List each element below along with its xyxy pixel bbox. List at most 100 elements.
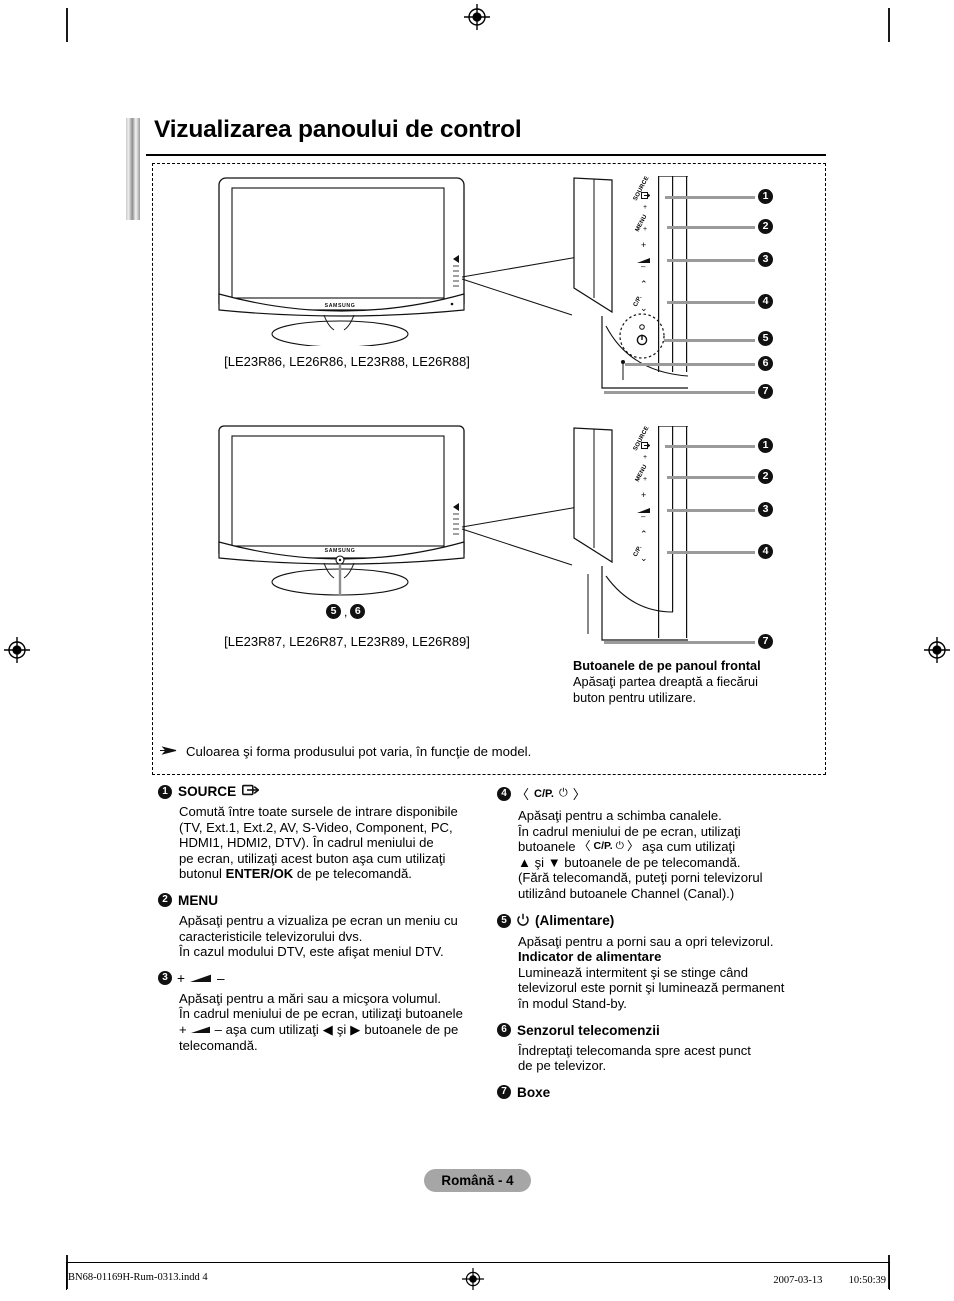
- item-source-line2: (TV, Ext.1, Ext.2, AV, S-Video, Componen…: [179, 819, 453, 835]
- item-channel-label-inline: C/P.: [593, 840, 613, 853]
- callout-7-bottom: 7: [758, 634, 773, 649]
- front-panel-caption: Butoanele de pe panoul frontal Apăsaţi p…: [573, 658, 818, 705]
- power-icon-channel-inline: ⏻: [615, 840, 624, 853]
- source-input-icon: [242, 784, 260, 799]
- panel-volume-minus-bottom: –: [641, 512, 646, 521]
- item-power-subheading: Indicator de alimentare: [518, 949, 662, 965]
- panel-plus-menu-bottom: +: [643, 476, 648, 483]
- item-channel-number: 4: [497, 786, 511, 801]
- item-volume-line3-mid: – aşa cum utilizaţi: [214, 1021, 319, 1037]
- left-text-column: 1 SOURCE Comută între toate sursele de i…: [158, 784, 498, 1064]
- item-menu-line3: În cazul modului DTV, este afişat meniul…: [179, 944, 444, 960]
- print-footer-filename: BN68-01169H-Rum-0313.indd 4: [68, 1272, 208, 1283]
- item-speakers-number: 7: [497, 1085, 511, 1100]
- leader-4-top: [667, 301, 755, 304]
- item-menu-number: 2: [158, 893, 172, 908]
- panel-channel-up-top: ⌃: [640, 279, 648, 289]
- item-channel-line5: (Fără telecomandă, puteţi porni televizo…: [518, 870, 763, 886]
- volume-wedge-icon-inline: [190, 1022, 211, 1038]
- leader-4-bottom: [667, 551, 755, 554]
- item-power-line3: televizorul este pornit şi luminează per…: [518, 980, 785, 996]
- right-arrow-icon: ▶: [350, 1021, 361, 1037]
- item-menu-line1: Apăsaţi pentru a vizualiza pe ecran un m…: [179, 912, 458, 928]
- item-channel-line4-and: şi: [530, 854, 548, 870]
- item-channel-line4: ▲ şi ▼ butoanele de pe telecomandă.: [518, 855, 837, 871]
- item-menu: 2 MENU Apăsaţi pentru a vizualiza pe ecr…: [158, 893, 498, 960]
- item-speakers-heading: 7 Boxe: [497, 1085, 837, 1100]
- item-channel-line3-post: aşa cum utilizaţi: [641, 839, 736, 855]
- note-text: Culoarea şi forma produsului pot varia, …: [186, 743, 532, 759]
- up-arrow-icon: ▲: [518, 854, 531, 870]
- front-panel-caption-heading: Butoanele de pe panoul frontal: [573, 658, 761, 673]
- item-power-heading: 5 (Alimentare): [497, 913, 837, 929]
- item-power-line1: Apăsaţi pentru a porni sau a opri televi…: [518, 933, 774, 949]
- item-menu-label: MENU: [178, 892, 219, 908]
- power-icon-channel: ⏻: [559, 787, 568, 799]
- panel-volume-minus-top: –: [641, 262, 646, 271]
- item-menu-line2: caracteristicile televizorului dvs.: [179, 928, 363, 944]
- callout-5-top: 5: [758, 331, 773, 346]
- note-row: Culoarea şi forma produsului pot varia, …: [160, 742, 660, 760]
- panel-channel-down-bottom: ⌄: [640, 553, 648, 563]
- leader-3-bottom: [667, 509, 755, 512]
- bracket-right-icon-inline: 〉: [626, 839, 639, 854]
- item-channel-line2: În cadrul meniului de pe ecran, utilizaţ…: [518, 823, 741, 839]
- item-sensor-number: 6: [497, 1023, 511, 1038]
- leader-7-top: [604, 391, 755, 394]
- registration-mark-left: [4, 637, 30, 663]
- item-source-body: Comută între toate sursele de intrare di…: [179, 804, 498, 882]
- item-source-number: 1: [158, 784, 172, 799]
- bracket-left-icon: 〈: [516, 787, 530, 802]
- item-volume-line1: Apăsaţi pentru a mări sau a micşora volu…: [179, 990, 441, 1006]
- item-power: 5 (Alimentare) Apăsaţi pentru a porni sa…: [497, 913, 837, 1012]
- item-channel-line3-pre: butoanele: [518, 839, 576, 855]
- callout-6-bottom-tv: 6: [350, 604, 366, 619]
- item-channel-line4-post: butoanele de pe telecomandă.: [560, 854, 741, 870]
- item-channel-heading: 4 〈 C/P. ⏻ 〉: [497, 784, 837, 803]
- panel-source-icon-bottom: [641, 442, 651, 451]
- item-power-label: (Alimentare): [535, 913, 615, 929]
- item-volume-line2: În cadrul meniului de pe ecran, utilizaţ…: [179, 1006, 463, 1022]
- item-sensor-body: Îndreptaţi telecomanda spre acest punct …: [518, 1043, 837, 1074]
- callout-2-bottom: 2: [758, 469, 773, 484]
- item-channel-label: C/P.: [534, 787, 554, 800]
- registration-mark-top: [464, 4, 490, 30]
- note-arrow-icon: [160, 742, 177, 760]
- svg-text:SAMSUNG: SAMSUNG: [325, 548, 356, 554]
- item-power-body: Apăsaţi pentru a porni sau a opri televi…: [518, 934, 837, 1012]
- item-volume-line4: telecomandă.: [179, 1037, 258, 1053]
- print-footer-left-rule: [66, 1262, 67, 1290]
- print-footer-right-rule: [889, 1262, 890, 1290]
- item-source-line3: HDMI1, HDMI2, DTV). În cadrul meniului d…: [179, 835, 434, 851]
- item-power-line2: Luminează intermitent şi se stinge când: [518, 964, 748, 980]
- title-accent-bar: [126, 118, 140, 220]
- down-arrow-icon: ▼: [547, 854, 561, 870]
- leader-2-top: [667, 226, 755, 229]
- callout-6-top: 6: [758, 356, 773, 371]
- panel-plus-menu-top: +: [643, 226, 648, 233]
- item-menu-heading: 2 MENU: [158, 893, 498, 908]
- bracket-right-icon: 〉: [572, 787, 586, 802]
- print-footer-registration-mark: [462, 1268, 484, 1295]
- leader-3-top: [667, 259, 755, 262]
- front-panel-caption-line1: Apăsaţi partea dreaptă a fiecărui: [573, 674, 758, 689]
- tv-bottom-model-caption: [LE23R87, LE26R87, LE23R89, LE26R89]: [224, 634, 470, 649]
- leader-1-bottom: [665, 445, 755, 448]
- power-icon: [517, 913, 529, 929]
- callout-4-bottom: 4: [758, 544, 773, 559]
- tv-illustration-top: SAMSUNG: [212, 176, 482, 348]
- item-menu-body: Apăsaţi pentru a vizualiza pe ecran un m…: [179, 913, 498, 960]
- crop-mark-top-left: [66, 8, 68, 42]
- volume-wedge-icon: [189, 971, 212, 986]
- callout-5-bottom-tv: 5: [326, 604, 341, 619]
- item-channel-line6: utilizând butoanele Channel (Canal).): [518, 885, 735, 901]
- page-title: Vizualizarea panoului de control: [154, 116, 522, 143]
- item-volume-line3-plus: +: [179, 1021, 187, 1037]
- item-volume-line3-and: şi: [336, 1021, 347, 1037]
- callout-7-top: 7: [758, 384, 773, 399]
- item-volume-heading: 3 + –: [158, 971, 498, 986]
- item-volume-line3: + – aşa cum utilizaţi ◀ şi ▶ butoanele d…: [179, 1022, 498, 1038]
- bottom-tv-callout-group: 5 , 6: [326, 604, 366, 619]
- item-channel-line3: butoanele 〈 C/P. ⏻ 〉 aşa cum utilizaţi: [518, 839, 837, 855]
- title-underline: [146, 154, 826, 156]
